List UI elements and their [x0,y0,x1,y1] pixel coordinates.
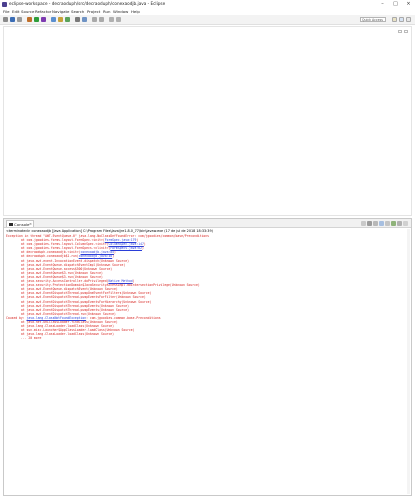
menu-navigate[interactable]: Navigate [52,8,69,15]
view-menu-icon[interactable] [403,220,408,226]
terminate-icon[interactable] [361,220,366,226]
menu-edit[interactable]: Edit [12,8,20,15]
scroll-lock-icon[interactable] [379,220,384,226]
save-all-icon[interactable] [17,17,22,22]
new-package-icon[interactable] [58,17,63,22]
remove-launch-icon[interactable] [367,220,372,226]
maximize-editor-icon[interactable] [404,30,408,33]
next-annotation-icon[interactable] [92,17,97,22]
new-class-icon[interactable] [65,17,70,22]
new-java-project-icon[interactable] [51,17,56,22]
window-controls: – □ × [376,0,415,8]
maximize-icon[interactable]: □ [389,0,402,8]
new-icon[interactable] [3,17,8,22]
window-title: eclipse-workspace - decraoduph/src/decra… [9,1,166,6]
menu-project[interactable]: Project [87,8,100,15]
menu-file[interactable]: File [3,8,10,15]
word-wrap-icon[interactable] [385,220,390,226]
back-icon[interactable] [109,17,114,22]
console-tab-bar: Console × [4,219,411,228]
console-line-suffix: ) [143,242,146,247]
close-icon[interactable]: × [402,0,415,8]
main-toolbar: Quick Access [0,15,415,25]
menu-bar: File Edit Source Refactor Navigate Searc… [0,8,415,15]
tab-console-label: Console [14,222,30,227]
pin-console-icon[interactable] [391,220,396,226]
menu-help[interactable]: Help [131,8,140,15]
console-line: ... 20 more [6,336,406,340]
console-line-suffix: ) [141,246,144,251]
java-perspective-icon[interactable] [399,16,404,22]
previous-annotation-icon[interactable] [99,17,104,22]
console-line-text: ... 20 more [6,336,42,341]
menu-source[interactable]: Source [21,8,34,15]
console-launch-header: <terminated> conexaodjb [Java Applicatio… [6,229,213,233]
open-type-icon[interactable] [75,17,80,22]
debug-perspective-icon[interactable] [406,16,411,22]
debug-icon[interactable] [27,17,32,22]
console-line-suffix: ) [114,250,116,255]
menu-run[interactable]: Run [103,8,110,15]
menu-refactor[interactable]: Refactor [35,8,51,15]
menu-search[interactable]: Search [71,8,84,15]
console-output[interactable]: Exception in thread "AWT-EventQueue-0" j… [6,234,406,340]
coverage-icon[interactable] [41,17,46,22]
display-console-icon[interactable] [397,220,402,226]
quick-access-field[interactable]: Quick Access [360,16,386,22]
minimize-icon[interactable]: – [376,0,389,8]
console-scrollbar[interactable] [407,229,410,494]
menu-window[interactable]: Window [113,8,128,15]
forward-icon[interactable] [116,17,121,22]
close-tab-icon[interactable]: × [29,221,32,228]
clear-console-icon[interactable] [373,220,378,226]
search-icon[interactable] [82,17,87,22]
editor-area[interactable] [3,26,412,216]
save-icon[interactable] [10,17,15,22]
minimize-editor-icon[interactable] [398,30,402,33]
console-panel: Console × <terminated> conexaodjb [Java … [3,218,412,496]
tab-console[interactable]: Console × [6,220,34,227]
open-perspective-icon[interactable] [392,16,397,22]
console-icon [9,222,13,226]
run-icon[interactable] [34,17,39,22]
eclipse-app-icon [2,1,7,7]
title-bar: eclipse-workspace - decraoduph/src/decra… [0,0,415,8]
